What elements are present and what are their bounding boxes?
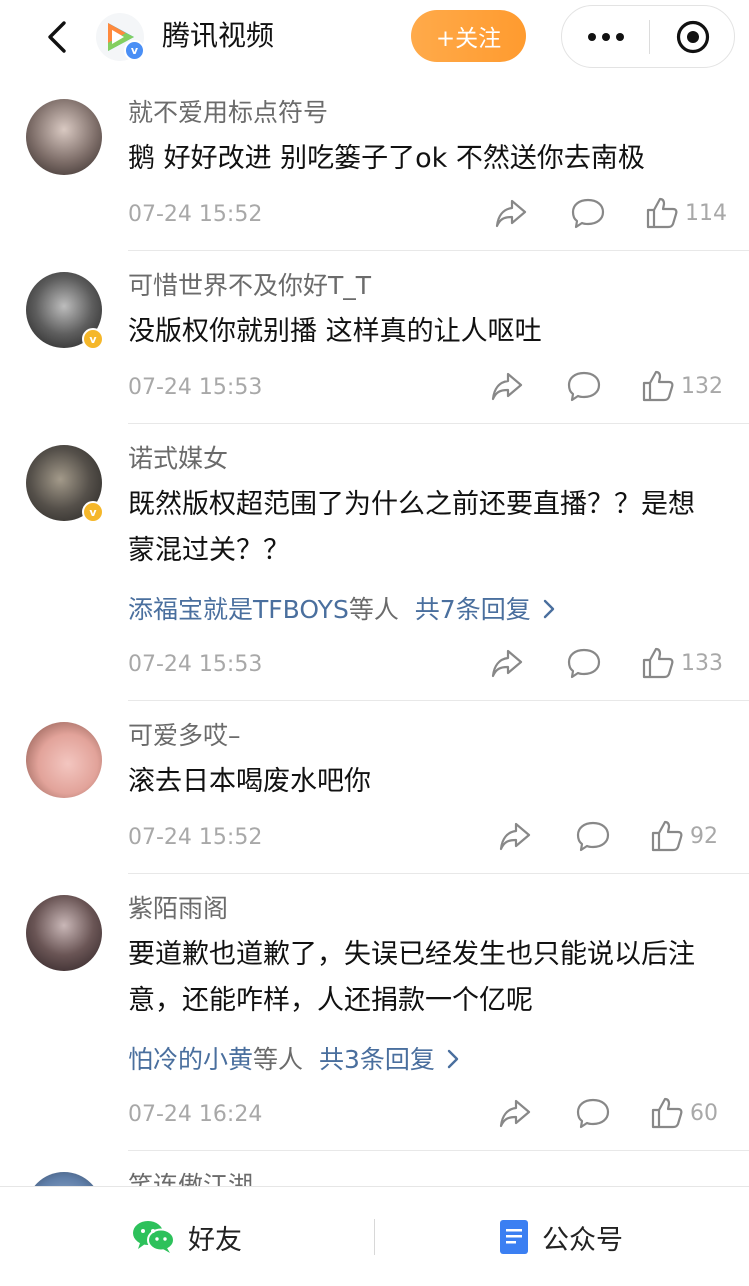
mini-program-capsule — [561, 5, 735, 68]
comment-nickname[interactable]: 可爱多哎– — [128, 719, 241, 753]
target-close-icon[interactable] — [650, 6, 736, 67]
comment-nickname[interactable]: 紫陌雨阁 — [128, 892, 228, 926]
avatar[interactable] — [26, 99, 102, 175]
like-button[interactable]: 114 — [645, 196, 727, 230]
comment-text: 滚去日本喝废水吧你 — [128, 766, 371, 797]
back-arrow-icon[interactable] — [40, 18, 74, 56]
reply-count: 共3条回复 — [318, 1045, 435, 1074]
chevron-right-icon — [447, 1043, 459, 1079]
comment-item: v 可惜世界不及你好T_T 没版权你就别播 这样真的让人呕吐 07-24 15:… — [0, 269, 749, 424]
verified-badge: v — [124, 40, 145, 61]
comment-time: 07-24 15:52 — [128, 825, 263, 850]
document-icon — [500, 1220, 528, 1254]
comment-text: 要道歉也道歉了，失误已经发生也只能说以后注意，还能咋样，人还捐款一个亿呢 — [128, 939, 695, 1016]
comment-icon[interactable] — [566, 369, 602, 403]
divider — [128, 873, 749, 874]
like-count: 92 — [690, 823, 718, 849]
comment-icon[interactable] — [575, 819, 611, 853]
divider — [128, 1150, 749, 1151]
share-to-friends-button[interactable]: 好友 — [132, 1187, 242, 1286]
like-count: 114 — [685, 200, 727, 226]
reply-mid: 等人 — [348, 595, 399, 624]
like-icon — [642, 647, 674, 679]
share-icon[interactable] — [490, 646, 524, 680]
avatar[interactable] — [26, 1172, 102, 1186]
comment-item: 就不爱用标点符号 鹅 好好改进 别吃篓子了ok 不然送你去南极 07-24 15… — [0, 96, 749, 251]
comment-item: 笑连傲江湖 — [0, 1169, 749, 1186]
like-count: 60 — [690, 1100, 718, 1126]
reply-mid: 等人 — [253, 1045, 304, 1074]
replies-link[interactable]: 怕冷的小黄等人 共3条回复 — [128, 1042, 459, 1079]
reply-names: 怕冷的小黄 — [128, 1045, 254, 1074]
share-icon[interactable] — [490, 369, 524, 403]
verified-badge: v — [82, 328, 104, 350]
wechat-icon — [133, 1221, 175, 1253]
comment-text: 没版权你就别播 这样真的让人呕吐 — [128, 316, 542, 347]
friends-label: 好友 — [188, 1224, 242, 1256]
follow-button[interactable]: +关注 — [411, 10, 526, 62]
comment-nickname[interactable]: 笑连傲江湖 — [128, 1169, 253, 1186]
comment-item: 紫陌雨阁 要道歉也道歉了，失误已经发生也只能说以后注意，还能咋样，人还捐款一个亿… — [0, 892, 749, 1151]
like-icon — [642, 370, 674, 402]
comment-text: 既然版权超范围了为什么之前还要直播？？是想蒙混过关？？ — [128, 489, 695, 566]
reply-count: 共7条回复 — [414, 595, 531, 624]
share-icon[interactable] — [498, 819, 532, 853]
divider — [128, 700, 749, 701]
comment-time: 07-24 15:53 — [128, 375, 263, 400]
app-title[interactable]: 腾讯视频 — [162, 16, 274, 56]
official-account-label: 公众号 — [542, 1224, 623, 1256]
reply-names: 添福宝就是TFBOYS — [128, 595, 349, 624]
divider — [128, 423, 749, 424]
comment-text: 鹅 好好改进 别吃篓子了ok 不然送你去南极 — [128, 143, 645, 174]
like-count: 133 — [681, 650, 723, 676]
comment-icon[interactable] — [566, 646, 602, 680]
comment-time: 07-24 15:53 — [128, 652, 263, 677]
like-button[interactable]: 60 — [650, 1096, 718, 1130]
like-icon — [651, 1097, 683, 1129]
avatar[interactable] — [26, 895, 102, 971]
replies-link[interactable]: 添福宝就是TFBOYS等人 共7条回复 — [128, 592, 555, 629]
share-to-official-account-button[interactable]: 公众号 — [498, 1187, 623, 1286]
more-dots-icon[interactable] — [562, 6, 650, 67]
like-button[interactable]: 132 — [641, 369, 723, 403]
comment-time: 07-24 16:24 — [128, 1102, 263, 1127]
chevron-right-icon — [543, 593, 555, 629]
share-icon[interactable] — [498, 1096, 532, 1130]
comment-time: 07-24 15:52 — [128, 202, 263, 227]
divider — [128, 250, 749, 251]
comment-nickname[interactable]: 就不爱用标点符号 — [128, 96, 328, 130]
comment-item: 可爱多哎– 滚去日本喝废水吧你 07-24 15:52 92 — [0, 719, 749, 874]
comment-icon[interactable] — [575, 1096, 611, 1130]
share-icon[interactable] — [494, 196, 528, 230]
comment-nickname[interactable]: 诺式媒女 — [128, 442, 228, 476]
verified-badge: v — [82, 501, 104, 523]
comment-item: v 诺式媒女 既然版权超范围了为什么之前还要直播？？是想蒙混过关？？ 添福宝就是… — [0, 442, 749, 701]
comment-nickname[interactable]: 可惜世界不及你好T_T — [128, 269, 371, 303]
like-count: 132 — [681, 373, 723, 399]
like-icon — [646, 197, 678, 229]
header-bar: v 腾讯视频 +关注 — [0, 0, 749, 76]
like-icon — [651, 820, 683, 852]
bottom-divider — [374, 1219, 375, 1255]
avatar[interactable] — [26, 722, 102, 798]
like-button[interactable]: 92 — [650, 819, 718, 853]
bottom-share-bar: 好友 公众号 — [0, 1186, 749, 1286]
comment-icon[interactable] — [570, 196, 606, 230]
like-button[interactable]: 133 — [641, 646, 723, 680]
